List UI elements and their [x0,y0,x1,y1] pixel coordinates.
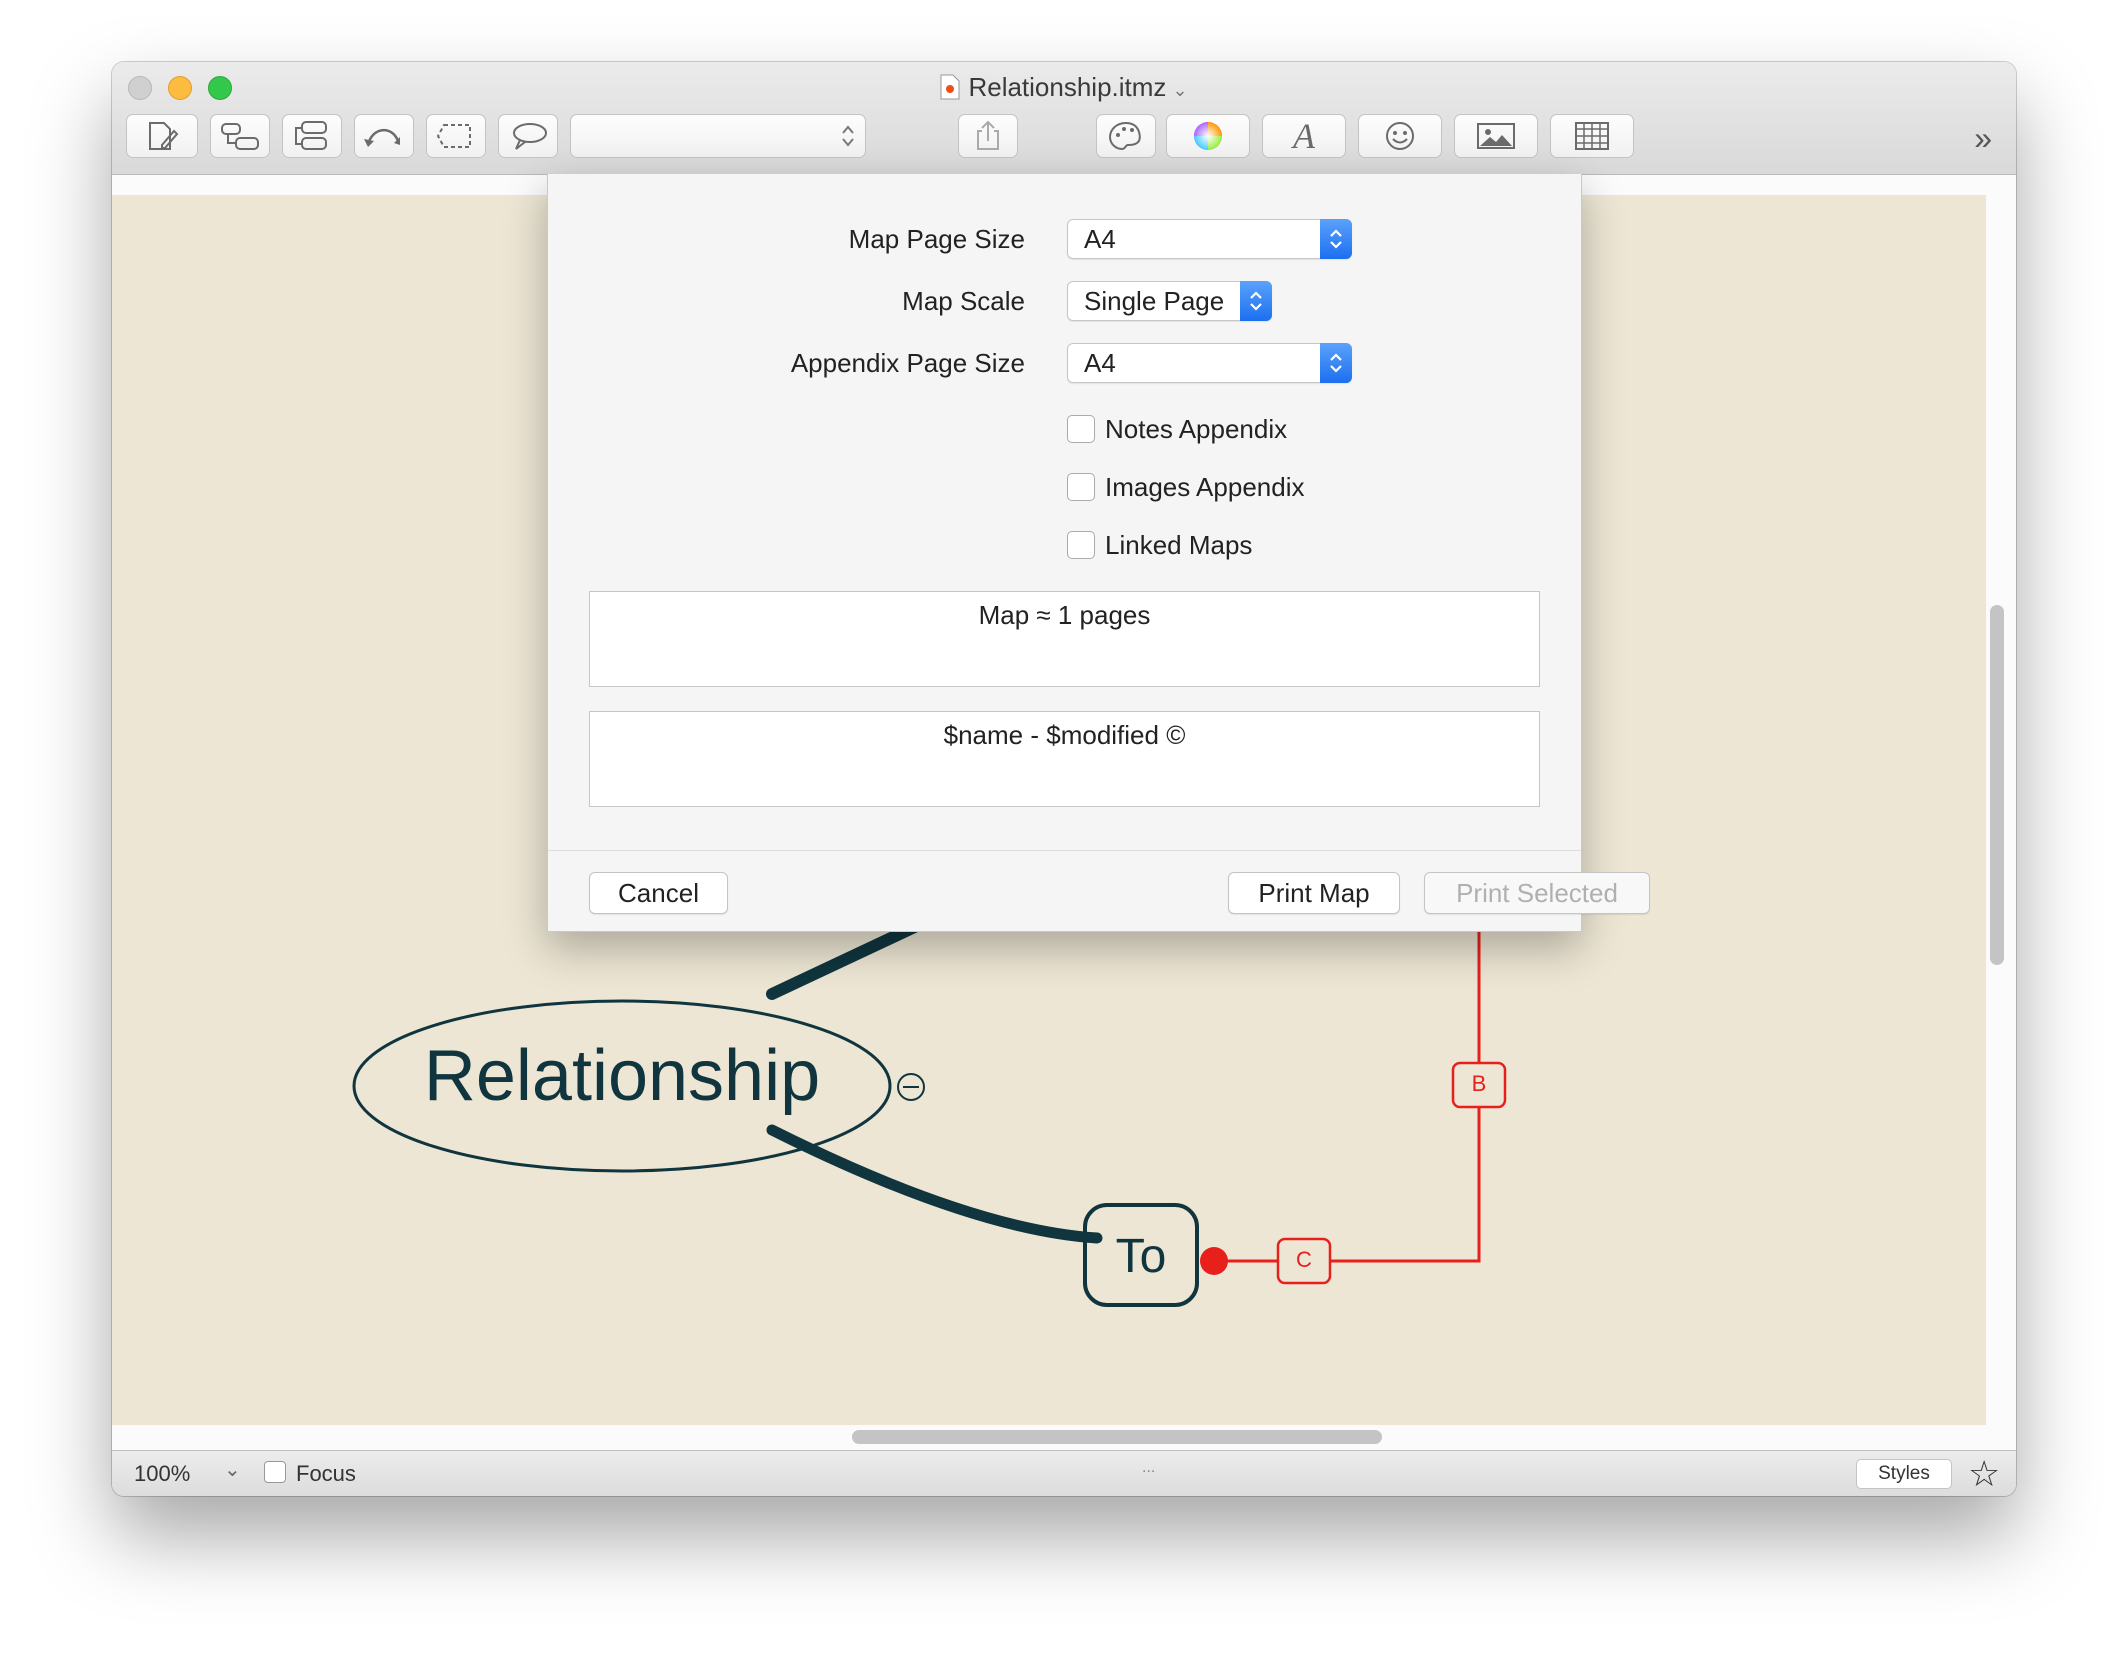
linked-maps-checkbox[interactable] [1067,531,1095,559]
child-topic-icon [218,119,262,153]
to-topic[interactable]: To [1085,1229,1197,1284]
relationship-icon [362,119,406,153]
footer-text-field[interactable]: $name - $modified © [589,711,1540,807]
horizontal-scrollbar[interactable] [852,1430,1382,1444]
up-down-chevron-icon [1320,219,1352,259]
new-topic-icon [140,119,184,153]
palette-icon [1104,119,1148,153]
image-button[interactable] [1454,114,1538,158]
map-page-size-value: A4 [1084,224,1116,254]
focus-checkbox[interactable] [264,1461,286,1483]
page-count-text: Map ≈ 1 pages [978,600,1151,630]
notes-appendix-label: Notes Appendix [1105,414,1288,444]
map-scale-value: Single Page [1084,286,1225,316]
print-map-button[interactable]: Print Map [1228,872,1400,914]
appendix-page-size-value: A4 [1084,348,1116,378]
font-icon: A [1293,116,1315,156]
relation-label-c[interactable]: C [1278,1247,1330,1273]
star-icon[interactable]: ☆ [1968,1453,2000,1495]
callout-icon [506,119,550,153]
images-appendix-label: Images Appendix [1105,472,1305,502]
child-topic-button[interactable] [210,114,270,158]
page-count-summary: Map ≈ 1 pages [589,591,1540,687]
chevron-down-icon: ⌄ [1172,80,1188,100]
central-topic[interactable]: Relationship [362,1035,882,1117]
map-scale-label: Map Scale [902,286,1025,316]
sibling-topic-button[interactable] [282,114,342,158]
color-wheel-icon [1191,119,1225,153]
branch-line-lower [766,1124,1103,1244]
relationship-endpoint-dot [1200,1247,1228,1275]
toolbar: A » [126,114,2006,160]
print-options-sheet: Map Page Size A4 Map Scale Single Page A… [547,174,1650,932]
chevron-down-icon[interactable]: ⌄ [224,1457,241,1482]
share-icon [966,119,1010,153]
map-page-size-select[interactable]: A4 [1067,219,1352,259]
boundary-icon [434,119,478,153]
appendix-page-size-select[interactable]: A4 [1067,343,1352,383]
relationship-line [1214,915,1481,1263]
table-icon [1572,119,1612,153]
emoji-button[interactable] [1358,114,1442,158]
style-select[interactable] [570,114,866,158]
zoom-level[interactable]: 100% [134,1461,190,1487]
map-scale-select[interactable]: Single Page [1067,281,1272,321]
app-window: Relationship.itmz ⌄ A » Relationship To … [112,62,2016,1496]
up-down-chevron-icon [1320,343,1352,383]
focus-label: Focus [296,1461,356,1486]
footer-text-value: $name - $modified © [943,720,1186,750]
image-icon [1474,119,1518,153]
sheet-divider [548,850,1581,851]
styles-button[interactable]: Styles [1856,1459,1952,1489]
up-down-chevron-icon [841,123,855,149]
vertical-scrollbar[interactable] [1990,605,2004,965]
relationship-button[interactable] [354,114,414,158]
cancel-button[interactable]: Cancel [589,872,728,914]
appendix-page-size-label: Appendix Page Size [790,348,1025,378]
palette-button[interactable] [1096,114,1156,158]
window-title[interactable]: Relationship.itmz ⌄ [112,72,2016,103]
notes-appendix-checkbox[interactable] [1067,415,1095,443]
title-bar: Relationship.itmz ⌄ A » [112,62,2016,175]
color-wheel-button[interactable] [1166,114,1250,158]
emoji-icon [1383,119,1417,153]
status-bar: 100% ⌄ Focus ... Styles ☆ [112,1450,2016,1496]
linked-maps-label: Linked Maps [1105,530,1253,560]
new-topic-button[interactable] [126,114,198,158]
toolbar-overflow-button[interactable]: » [1974,120,1992,157]
resize-handle[interactable]: ... [1142,1459,1155,1477]
print-selected-button[interactable]: Print Selected [1424,872,1650,914]
table-button[interactable] [1550,114,1634,158]
relation-label-b[interactable]: B [1453,1071,1505,1097]
images-appendix-checkbox[interactable] [1067,473,1095,501]
sibling-topic-icon [290,119,334,153]
map-page-size-label: Map Page Size [848,224,1025,254]
up-down-chevron-icon [1240,281,1272,321]
font-button[interactable]: A [1262,114,1346,158]
boundary-button[interactable] [426,114,486,158]
window-title-text: Relationship.itmz [968,72,1167,102]
share-button[interactable] [958,114,1018,158]
document-icon [940,74,960,100]
callout-button[interactable] [498,114,558,158]
